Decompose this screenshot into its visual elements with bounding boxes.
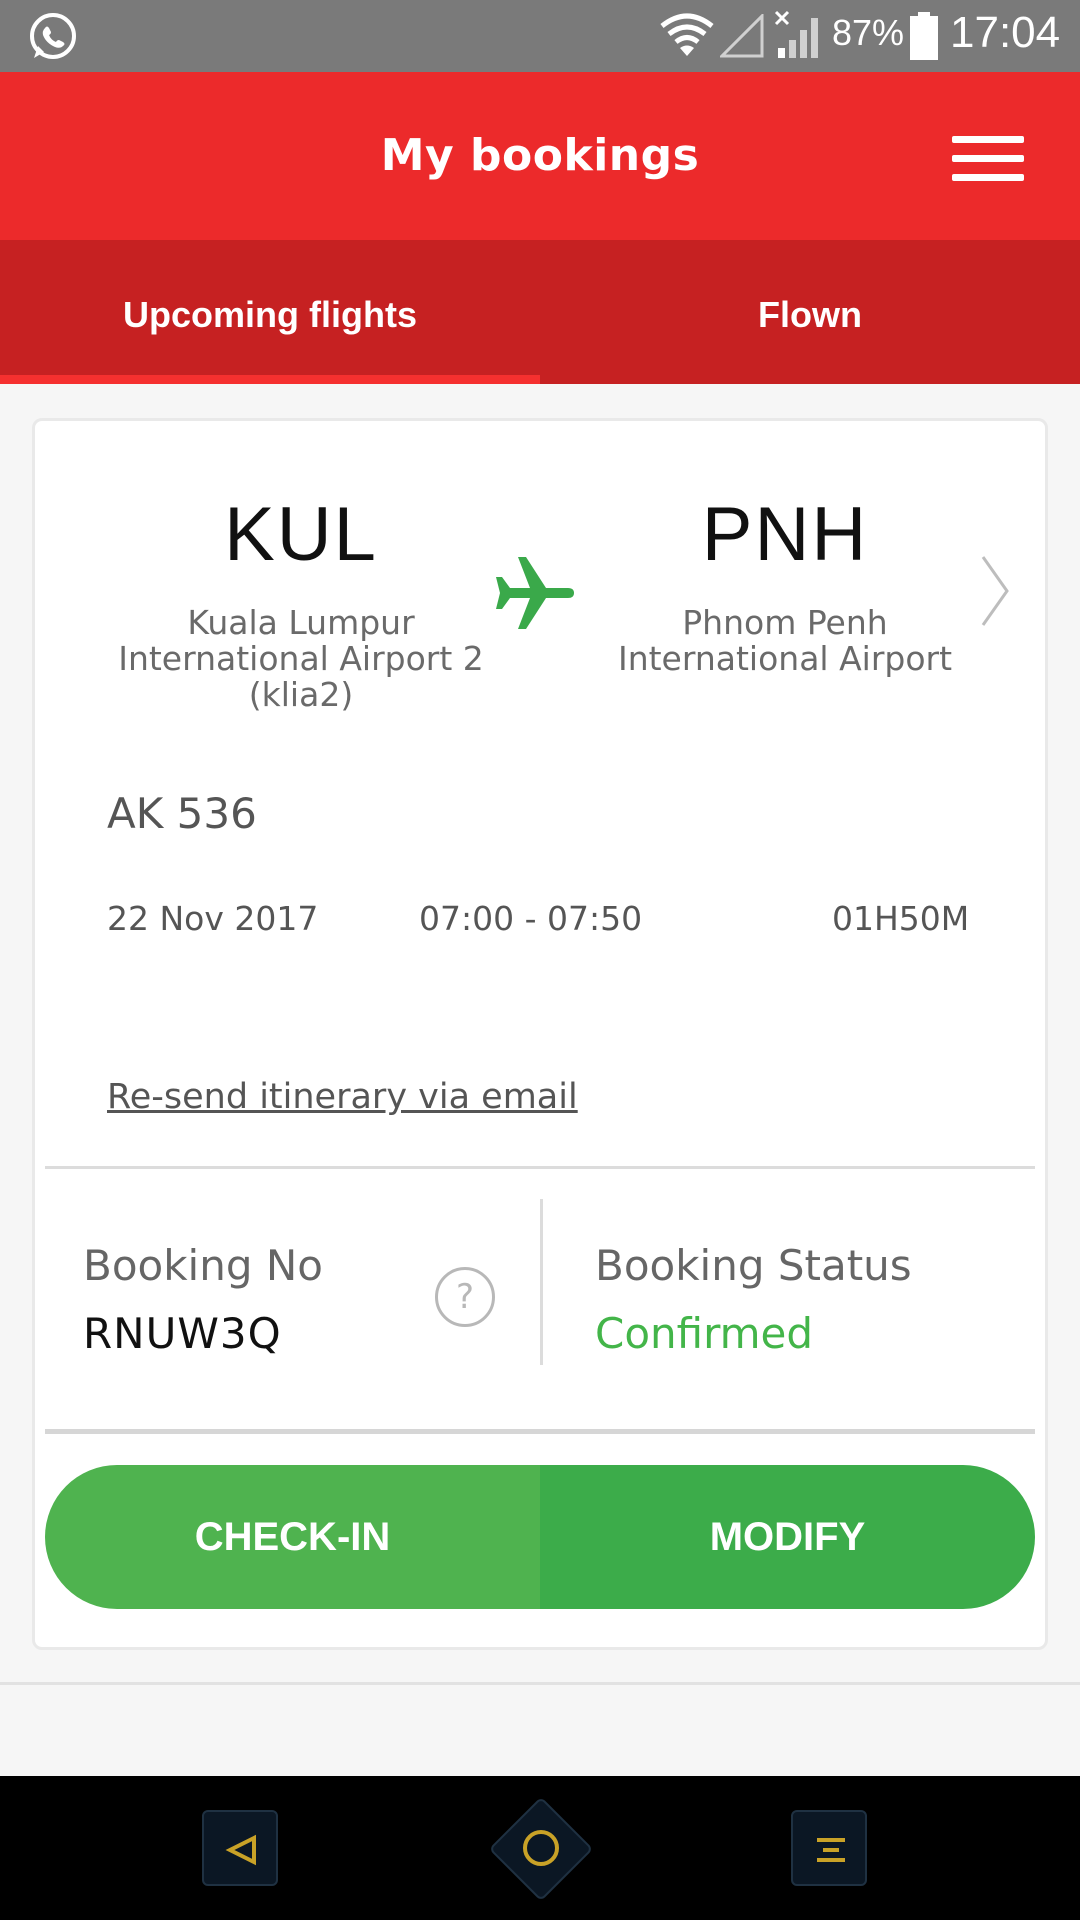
flight-number: AK 536 bbox=[107, 789, 257, 838]
booking-number: RNUW3Q bbox=[83, 1309, 282, 1358]
flight-duration: 01H50M bbox=[832, 899, 970, 938]
booking-status-value: Confirmed bbox=[595, 1309, 814, 1358]
help-icon[interactable]: ? bbox=[435, 1267, 495, 1327]
system-nav-bar bbox=[0, 1776, 1080, 1920]
app-bar: My bookings bbox=[0, 72, 1080, 240]
tab-flown[interactable]: Flown bbox=[540, 240, 1080, 384]
booking-card[interactable]: KUL PNH Kuala Lumpur International Airpo… bbox=[32, 418, 1048, 1650]
chevron-right-icon[interactable] bbox=[975, 551, 1015, 631]
flight-date: 22 Nov 2017 bbox=[107, 899, 319, 938]
origin-code: KUL bbox=[224, 492, 378, 577]
status-bar: 87% 17:04 bbox=[0, 0, 1080, 72]
tab-label: Flown bbox=[758, 294, 862, 335]
battery-percent: 87% bbox=[832, 12, 905, 53]
recent-apps-button[interactable] bbox=[791, 1810, 867, 1886]
tab-bar: Upcoming flights Flown bbox=[0, 240, 1080, 384]
resend-itinerary-link[interactable]: Re-send itinerary via email bbox=[107, 1077, 578, 1117]
home-icon bbox=[523, 1830, 559, 1866]
page-title: My bookings bbox=[380, 130, 700, 181]
list-divider bbox=[0, 1682, 1080, 1685]
battery-icon bbox=[910, 12, 938, 60]
back-button[interactable] bbox=[202, 1810, 278, 1886]
tab-upcoming-flights[interactable]: Upcoming flights bbox=[0, 240, 540, 384]
origin-airport-name: Kuala Lumpur International Airport 2 (kl… bbox=[118, 603, 484, 714]
check-in-button[interactable]: CHECK-IN bbox=[45, 1465, 540, 1609]
tab-label: Upcoming flights bbox=[123, 294, 417, 335]
vertical-divider bbox=[540, 1199, 543, 1365]
clock: 17:04 bbox=[950, 8, 1061, 57]
booking-no-label: Booking No bbox=[83, 1241, 323, 1290]
booking-status-label: Booking Status bbox=[595, 1241, 912, 1290]
modify-button[interactable]: MODIFY bbox=[540, 1465, 1035, 1609]
plane-icon bbox=[496, 557, 574, 629]
flight-times: 07:00 - 07:50 bbox=[419, 899, 643, 938]
no-signal-icon bbox=[774, 10, 818, 58]
whatsapp-icon bbox=[30, 13, 76, 59]
destination-airport-name: Phnom Penh International Airport bbox=[617, 603, 953, 678]
action-buttons: CHECK-IN MODIFY bbox=[45, 1465, 1035, 1609]
tab-selected-indicator bbox=[0, 375, 540, 384]
destination-code: PNH bbox=[701, 492, 869, 577]
hamburger-menu-icon[interactable] bbox=[952, 136, 1024, 182]
divider bbox=[45, 1429, 1035, 1434]
back-icon bbox=[225, 1834, 256, 1866]
divider bbox=[45, 1166, 1035, 1169]
signal-icon bbox=[720, 14, 764, 58]
recent-apps-icon bbox=[817, 1838, 845, 1862]
wifi-icon bbox=[660, 13, 714, 56]
